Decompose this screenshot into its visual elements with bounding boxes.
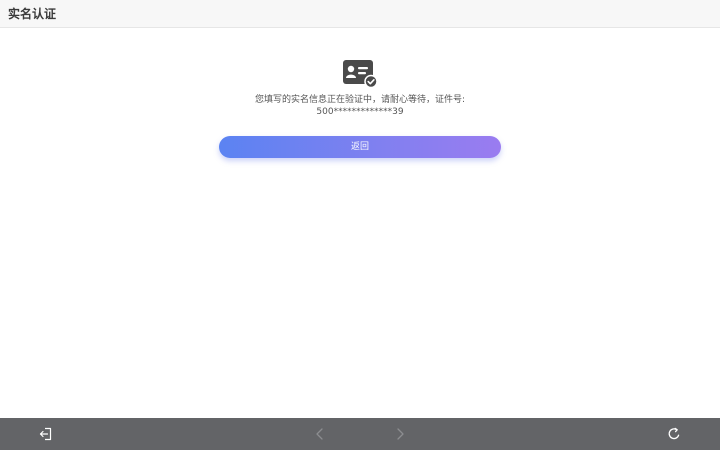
main-content: 您填写的实名信息正在验证中，请耐心等待，证件号: 500************… — [0, 28, 720, 418]
refresh-icon[interactable] — [666, 426, 682, 442]
app-window: 实名认证 您填写的实名信息正在验证中，请耐心等待，证件号: 500*******… — [0, 0, 720, 450]
verification-message: 您填写的实名信息正在验证中，请耐心等待，证件号: — [254, 95, 466, 105]
id-card-check-icon — [342, 59, 378, 89]
page-title: 实名认证 — [8, 7, 57, 21]
chevron-left-icon[interactable] — [312, 426, 328, 442]
header-bar: 实名认证 — [0, 0, 720, 28]
back-button[interactable]: 返回 — [219, 136, 501, 158]
chevron-right-icon[interactable] — [392, 426, 408, 442]
id-number: 500*************39 — [316, 107, 404, 117]
bottom-toolbar — [0, 418, 720, 450]
exit-icon[interactable] — [38, 426, 54, 442]
